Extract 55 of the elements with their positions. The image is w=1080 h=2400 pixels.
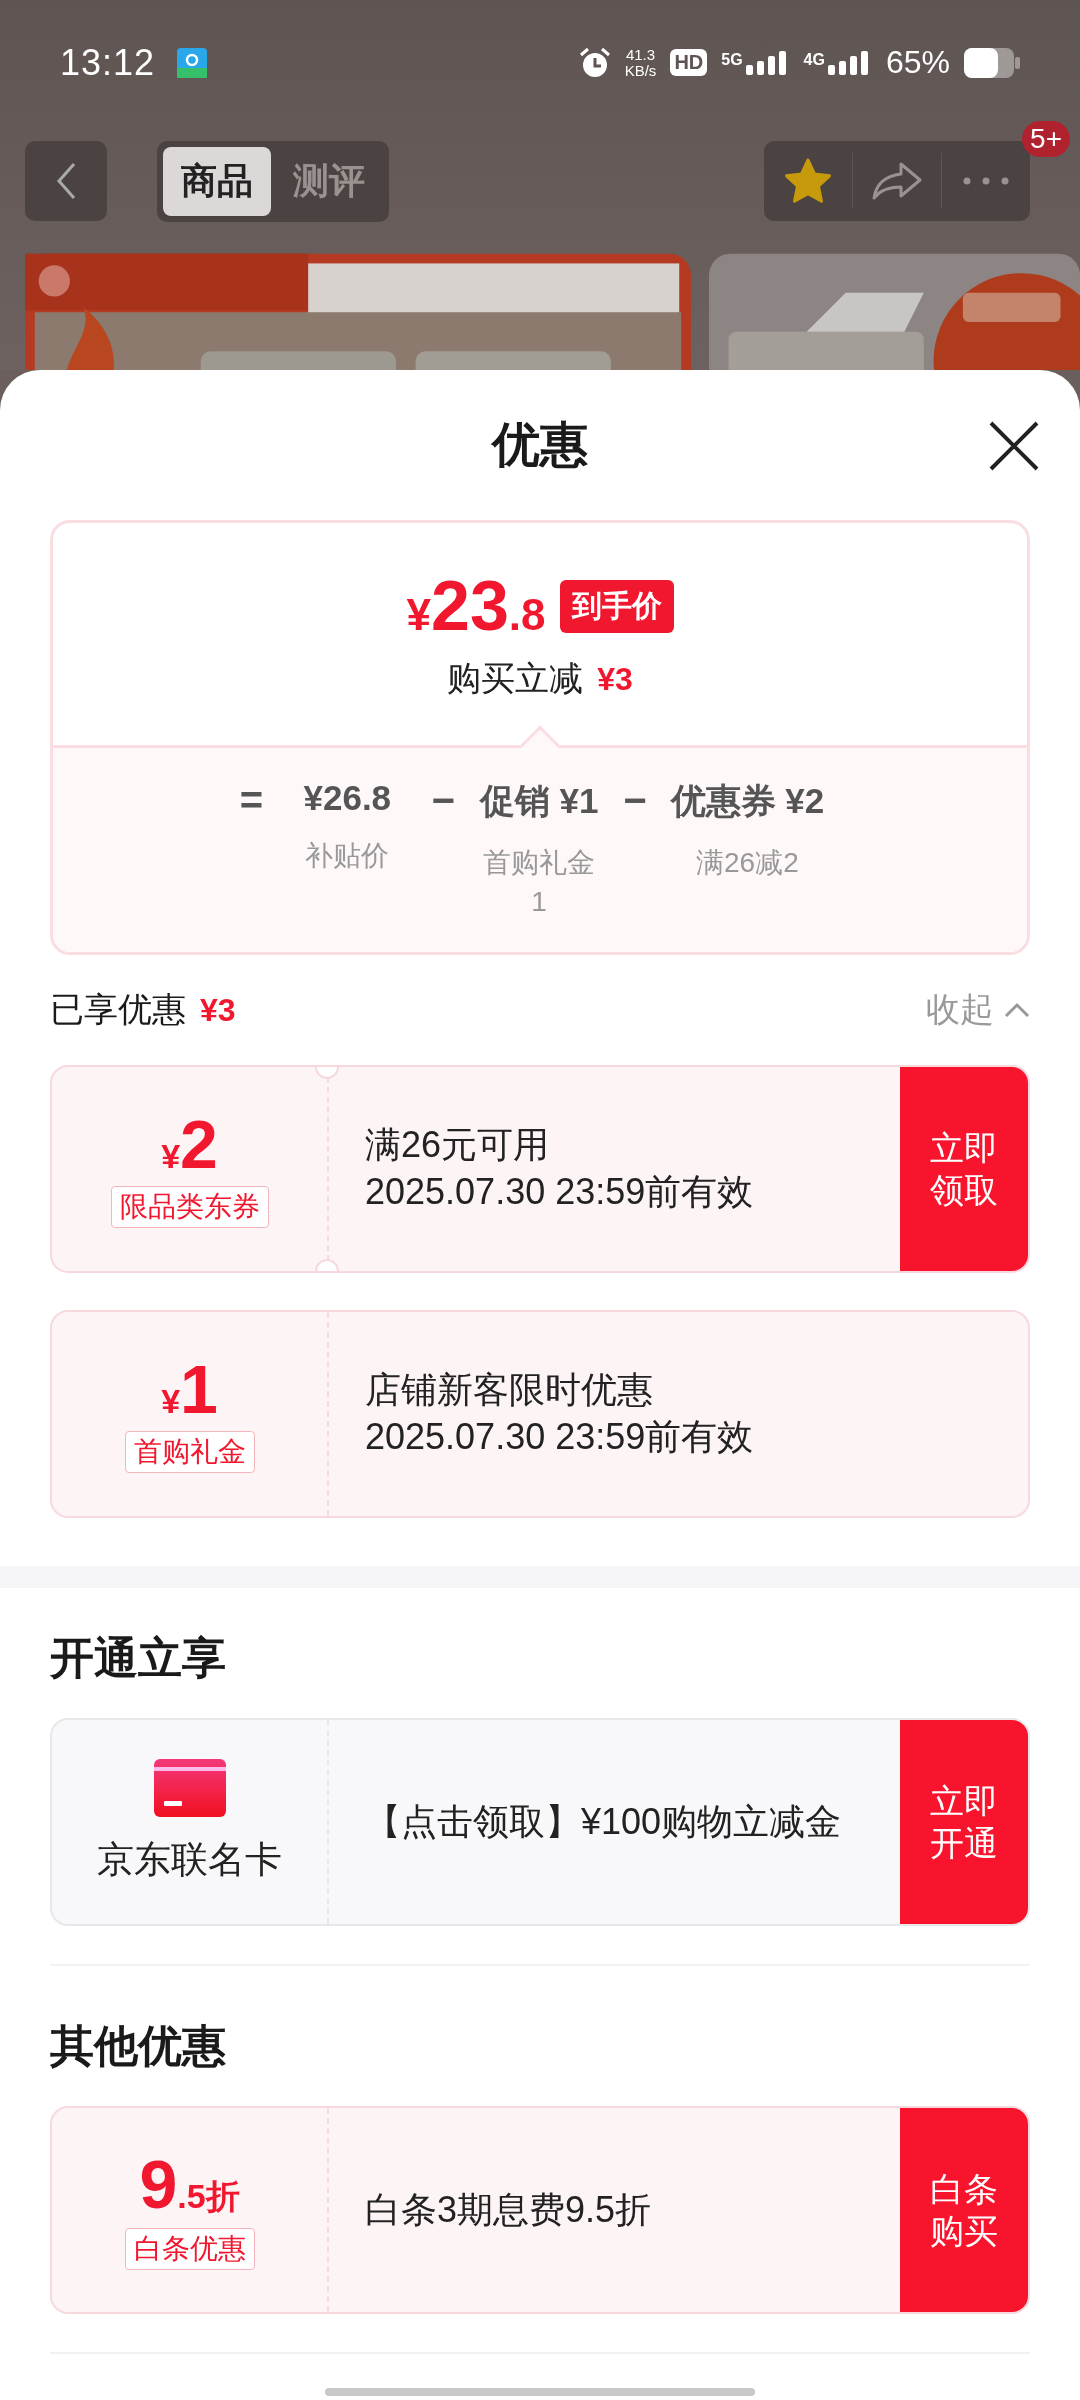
term-note: 补贴价 [304, 839, 391, 873]
tab[interactable]: 商品 [163, 146, 271, 216]
offer-title: 【点击领取】¥100购物立减金 [365, 1799, 843, 1844]
network-type: 5G [721, 50, 743, 69]
action-button[interactable]: 立即开通 [900, 1720, 1028, 1924]
share-icon [871, 161, 923, 201]
coupon-tag: 限品类东券 [110, 1186, 269, 1228]
discount-rate: 9.5折 [139, 2150, 240, 2220]
offer-title: 店铺新客限时优惠 [365, 1368, 654, 1413]
battery-icon [964, 47, 1020, 78]
operator-sign: − [622, 778, 648, 823]
saving-amount: ¥3 [597, 661, 633, 698]
credit-card-icon [153, 1759, 226, 1817]
final-price: ¥23.8 [406, 566, 546, 646]
coupon-tag: 首购礼金 [124, 1431, 255, 1473]
app-notification-icon [177, 47, 208, 78]
battery-percent: 65% [885, 44, 950, 81]
collapse-toggle[interactable]: 收起 [926, 987, 1030, 1033]
close-icon [988, 420, 1040, 472]
term-note: 满26减2 [695, 846, 800, 880]
action-button[interactable]: 白条购买 [900, 2108, 1028, 2312]
price-term: 促销 ¥1 [479, 780, 599, 822]
tab[interactable]: 测评 [275, 146, 383, 216]
section-title: 开通立享 [50, 1631, 227, 1684]
operator-sign: = [238, 778, 265, 823]
card-name: 京东联名卡 [97, 1838, 282, 1882]
validity-text: 2025.07.30 23:59前有效 [365, 1415, 755, 1459]
network-type: 4G [803, 50, 825, 69]
clock-time: 13:12 [60, 41, 156, 84]
section-title: 其他优惠 [50, 2019, 227, 2072]
back-button[interactable] [25, 141, 107, 221]
offer-title: 满26元可用 [365, 1123, 551, 1168]
price-term: 优惠券 ¥2 [670, 780, 825, 822]
network-speed: 41.3 [625, 46, 656, 63]
speed-unit: KB/s [624, 62, 657, 79]
price-tag: 到手价 [559, 579, 674, 633]
validity-text: 2025.07.30 23:59前有效 [365, 1170, 755, 1214]
offer-title: 白条3期息费9.5折 [365, 2187, 653, 2232]
alarm-icon [578, 46, 611, 79]
more-icon [963, 177, 1009, 185]
notification-badge: 5+ [1022, 121, 1070, 157]
coupon-tag: 白条优惠 [124, 2228, 255, 2270]
enjoyed-label: 已享优惠 [50, 989, 186, 1030]
term-note: 首购礼金1 [482, 846, 597, 920]
back-icon [55, 161, 77, 201]
coupon-amount: ¥2 [161, 1110, 218, 1178]
close-button[interactable] [988, 420, 1040, 472]
sheet-title: 优惠 [492, 417, 588, 473]
saving-label: 购买立减 [447, 658, 584, 699]
price-term: ¥26.8 [303, 778, 392, 818]
operator-sign: − [430, 778, 456, 823]
action-button[interactable]: 立即领取 [900, 1067, 1028, 1271]
coupon-amount: ¥1 [161, 1355, 218, 1423]
hd-badge: HD [670, 49, 708, 76]
enjoyed-amount: ¥3 [200, 991, 236, 1029]
